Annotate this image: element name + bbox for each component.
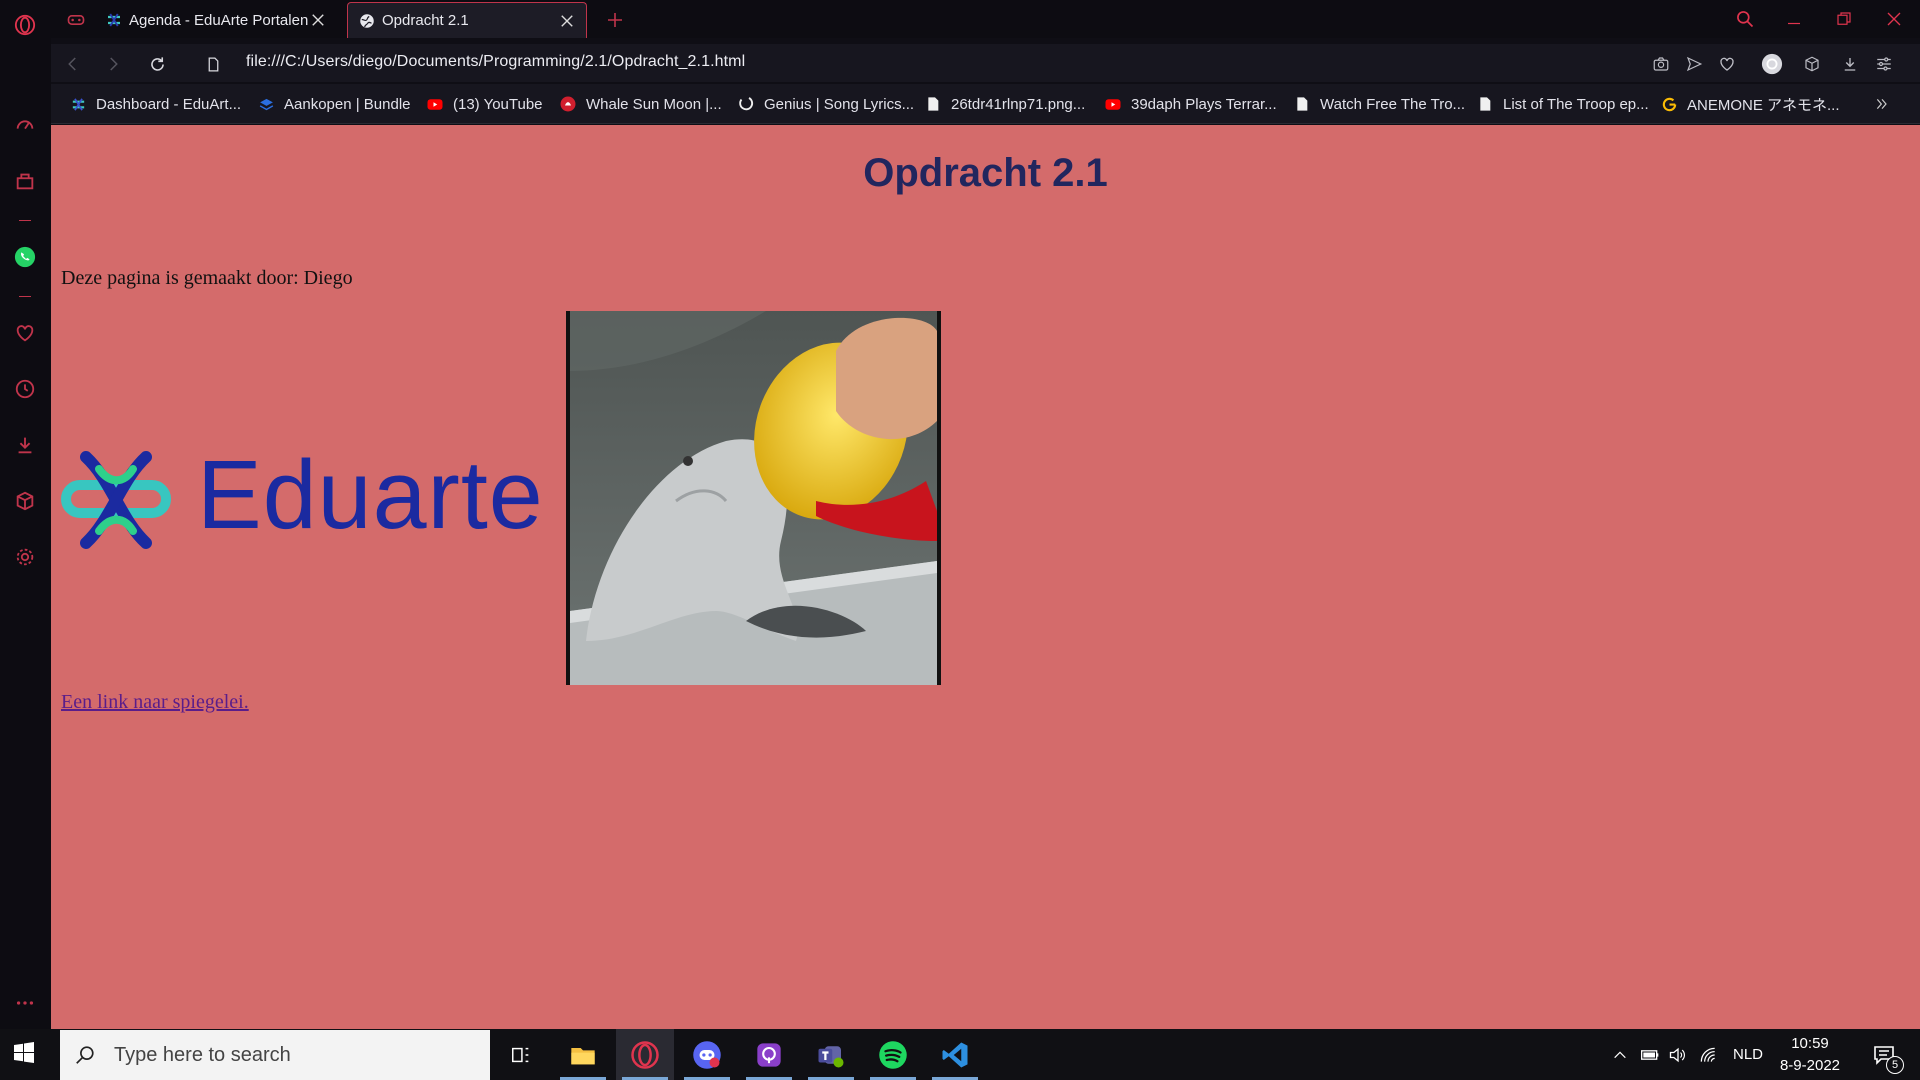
tab-label: Agenda - EduArte Portalen [129, 11, 309, 29]
tab-opdracht[interactable]: Opdracht 2.1 [347, 2, 587, 38]
windows-taskbar: Type here to search NLD 10:59 8-9-2022 5 [0, 1029, 1920, 1080]
tab-strip: Agenda - EduArte Portalen Opdracht 2.1 [51, 0, 1920, 38]
battery-icon[interactable] [1636, 1029, 1664, 1080]
whale-icon [559, 95, 577, 113]
bookmark-item[interactable]: Watch Free The Tro... [1293, 94, 1465, 114]
globe-icon [358, 12, 376, 30]
eduarte-logo: Eduarte [61, 440, 567, 555]
task-view-icon[interactable] [492, 1029, 550, 1080]
bookmark-heart-icon[interactable] [1716, 53, 1738, 75]
gx-corner-icon[interactable] [61, 2, 89, 38]
bundle-icon [257, 95, 275, 113]
tab-label: Opdracht 2.1 [382, 12, 469, 29]
bookmark-item[interactable]: List of The Troop ep... [1476, 94, 1649, 114]
extensions-cube-icon[interactable] [1801, 53, 1823, 75]
heart-icon[interactable] [12, 320, 38, 346]
bookmark-item[interactable]: Genius | Song Lyrics... [737, 94, 914, 114]
spotify-icon[interactable] [864, 1029, 922, 1080]
address-bar-row [51, 44, 1920, 82]
bookmark-item[interactable]: 26tdr41rlnp71.png... [924, 94, 1085, 114]
snapshot-camera-icon[interactable] [1650, 53, 1672, 75]
whatsapp-icon[interactable] [12, 244, 38, 270]
reload-button[interactable] [145, 52, 169, 76]
profile-avatar-icon[interactable] [1761, 53, 1783, 75]
minimize-button[interactable] [1777, 4, 1811, 34]
volume-icon[interactable] [1664, 1029, 1692, 1080]
more-options-icon[interactable] [12, 990, 38, 1016]
restore-button[interactable] [1827, 4, 1861, 34]
close-tab-icon[interactable] [309, 11, 327, 29]
close-window-button[interactable] [1877, 4, 1911, 34]
author-byline: Deze pagina is gemaakt door: Diego [61, 267, 353, 289]
file-icon [924, 95, 942, 113]
new-tab-button[interactable] [597, 2, 627, 38]
more-bookmarks-chevron-icon[interactable] [1874, 94, 1890, 114]
eduarte-logo-wordmark: Eduarte [197, 440, 544, 549]
vscode-icon[interactable] [926, 1029, 984, 1080]
podcast-app-icon[interactable] [740, 1029, 798, 1080]
youtube-icon [1104, 95, 1122, 113]
extensions-cube-icon[interactable] [12, 488, 38, 514]
clock-date: 8-9-2022 [1779, 1057, 1841, 1074]
taskbar-clock[interactable]: 10:59 8-9-2022 [1770, 1033, 1850, 1077]
dolphin-photo [566, 311, 941, 685]
bookmark-item[interactable]: (13) YouTube [426, 94, 543, 114]
file-explorer-icon[interactable] [554, 1029, 612, 1080]
action-center-icon[interactable]: 5 [1864, 1029, 1904, 1080]
eduarte-icon [69, 95, 87, 113]
spiegelei-link[interactable]: Een link naar spiegelei. [61, 691, 249, 714]
search-icon [76, 1046, 94, 1064]
file-icon [1476, 95, 1494, 113]
bookmark-item[interactable]: 39daph Plays Terrar... [1104, 94, 1277, 114]
discord-icon[interactable] [678, 1029, 736, 1080]
url-field[interactable] [246, 53, 1246, 71]
sidebar-divider [19, 220, 31, 221]
windows-start-icon[interactable] [12, 1041, 38, 1067]
settings-gear-icon[interactable] [12, 544, 38, 570]
language-indicator[interactable]: NLD [1728, 1029, 1768, 1080]
opera-gx-taskbar-icon[interactable] [616, 1029, 674, 1080]
wifi-icon[interactable] [1694, 1029, 1722, 1080]
google-icon [1660, 95, 1678, 113]
file-icon [1293, 95, 1311, 113]
tab-agenda-eduarte[interactable]: Agenda - EduArte Portalen [95, 2, 337, 38]
history-icon[interactable] [12, 376, 38, 402]
page-viewport: Opdracht 2.1 Deze pagina is gemaakt door… [51, 125, 1920, 1029]
bookmark-item[interactable]: Aankopen | Bundle [257, 94, 411, 114]
show-hidden-icons-chevron-icon[interactable] [1606, 1029, 1634, 1080]
send-flow-icon[interactable] [1683, 53, 1705, 75]
download-icon[interactable] [1839, 53, 1861, 75]
shopping-icon[interactable] [12, 168, 38, 194]
bookmark-item[interactable]: Dashboard - EduArt... [69, 94, 241, 114]
youtube-icon [426, 95, 444, 113]
bookmarks-bar: Dashboard - EduArt... Aankopen | Bundle … [51, 84, 1920, 124]
search-icon[interactable] [1728, 4, 1762, 34]
page-file-icon[interactable] [201, 52, 225, 76]
eduarte-favicon-icon [105, 11, 123, 29]
opera-logo-icon[interactable] [12, 12, 38, 38]
speed-dial-icon[interactable] [12, 112, 38, 138]
eduarte-logo-mark-icon [61, 451, 171, 549]
genius-icon [737, 95, 755, 113]
back-button[interactable] [61, 52, 85, 76]
bookmark-item[interactable]: Whale Sun Moon |... [559, 94, 722, 114]
bookmark-item[interactable]: ANEMONE アネモネ... [1660, 94, 1840, 114]
search-placeholder: Type here to search [114, 1043, 291, 1066]
easy-setup-icon[interactable] [1873, 53, 1895, 75]
downloads-icon[interactable] [12, 432, 38, 458]
page-title: Opdracht 2.1 [863, 151, 1108, 195]
clock-time: 10:59 [1791, 1035, 1829, 1052]
opera-sidebar [0, 0, 51, 1029]
sidebar-divider [19, 296, 31, 297]
close-tab-icon[interactable] [558, 12, 576, 30]
forward-button[interactable] [101, 52, 125, 76]
taskbar-search[interactable]: Type here to search [60, 1030, 490, 1080]
teams-icon[interactable] [802, 1029, 860, 1080]
notification-count-badge: 5 [1886, 1056, 1904, 1074]
